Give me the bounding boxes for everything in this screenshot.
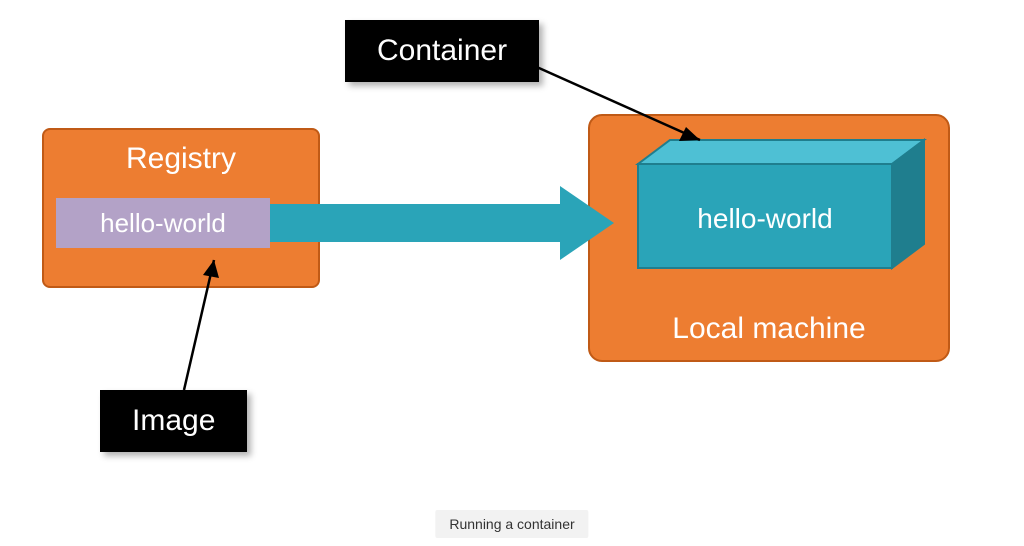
local-machine-box: Local machine [588, 114, 950, 362]
local-machine-title: Local machine [590, 312, 948, 346]
caption-text: Running a container [449, 516, 574, 532]
container-label-box: Container [345, 20, 539, 82]
registry-title: Registry [44, 142, 318, 176]
registry-image-name: hello-world [100, 208, 226, 239]
container-label-text: Container [377, 34, 507, 67]
registry-image-chip: hello-world [56, 198, 270, 248]
image-label-text: Image [132, 404, 215, 437]
diagram-caption: Running a container [435, 510, 588, 538]
image-label-box: Image [100, 390, 247, 452]
transfer-arrow-icon [270, 186, 614, 260]
